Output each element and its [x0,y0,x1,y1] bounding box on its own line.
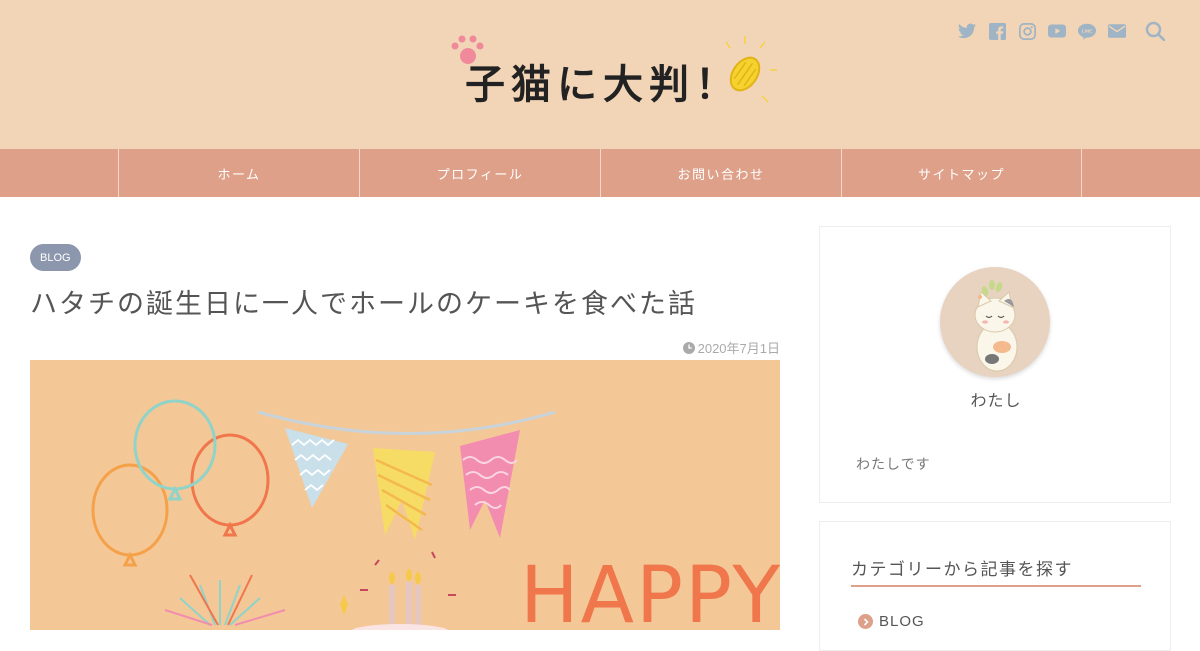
line-icon[interactable]: LINE [1076,20,1098,42]
category-item-blog[interactable]: BLOG [858,613,925,630]
clock-icon [682,341,695,354]
mail-icon[interactable] [1106,20,1128,42]
post-date-text: 2020年7月1日 [697,341,780,356]
site-header: 子猫に大判！ LINE [0,0,1200,149]
nav-item-contact[interactable]: お問い合わせ [600,149,841,197]
nav-item-home[interactable]: ホーム [118,149,359,197]
svg-text:LINE: LINE [1082,28,1092,33]
chevron-right-icon [858,614,873,629]
twitter-icon[interactable] [956,20,978,42]
category-item-label: BLOG [879,613,925,630]
site-logo[interactable]: 子猫に大判！ [440,30,780,108]
profile-widget: わたし わたしです [819,226,1171,503]
nav-item-sitemap[interactable]: サイトマップ [841,149,1082,197]
post-date: 2020年7月1日 [682,338,780,357]
eyecatch-happy-text: HAPPY [520,551,780,630]
search-icon[interactable] [1144,20,1166,42]
youtube-icon[interactable] [1046,20,1068,42]
eyecatch-image: HAPPY [30,360,780,630]
nav-item-profile[interactable]: プロフィール [359,149,600,197]
avatar [940,267,1050,377]
instagram-icon[interactable] [1016,20,1038,42]
category-widget-title: カテゴリーから記事を探す [851,555,1141,587]
post-title: ハタチの誕生日に一人でホールのケーキを食べた話 [30,289,697,320]
global-nav: ホーム プロフィール お問い合わせ サイトマップ [0,149,1200,197]
logo-text: 子猫に大判！ [465,62,741,108]
profile-name: わたし [970,391,1022,410]
category-badge[interactable]: BLOG [30,244,81,271]
social-links: LINE [956,20,1166,42]
facebook-icon[interactable] [986,20,1008,42]
category-widget: カテゴリーから記事を探す BLOG [819,521,1171,651]
profile-description: わたしです [856,457,931,473]
